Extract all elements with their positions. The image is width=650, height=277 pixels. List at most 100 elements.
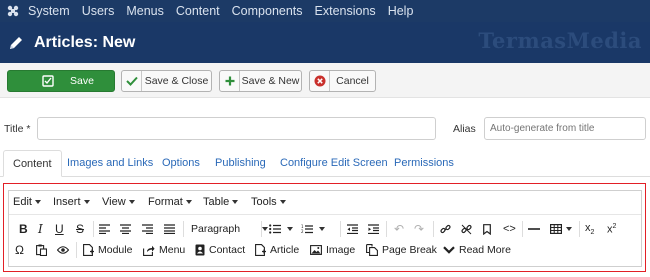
editor-menu-format[interactable]: Format xyxy=(148,196,192,208)
format-select[interactable]: Paragraph xyxy=(191,218,269,240)
read-more-button[interactable]: Read More xyxy=(443,239,511,261)
underline-icon[interactable]: U xyxy=(55,218,64,240)
save-new-label: Save & New xyxy=(241,75,300,87)
preview-icon[interactable] xyxy=(57,239,69,261)
editor-menu-table[interactable]: Table xyxy=(203,196,239,208)
image-button[interactable]: Image xyxy=(310,239,355,261)
save-close-button[interactable]: Save & Close xyxy=(121,70,212,92)
bold-icon[interactable]: B xyxy=(19,218,28,240)
table-icon[interactable] xyxy=(550,218,572,240)
image-label: Image xyxy=(326,244,356,256)
tab-options[interactable]: Options xyxy=(162,150,200,177)
menu-help[interactable]: Help xyxy=(388,0,414,22)
chevron-down-icon xyxy=(443,246,455,254)
article-label: Article xyxy=(270,244,300,256)
superscript-icon[interactable]: x2 xyxy=(607,218,616,240)
menu-button[interactable]: Menu xyxy=(143,239,185,261)
tab-configure-edit-screen[interactable]: Configure Edit Screen xyxy=(280,150,388,177)
editor-menu-edit-label: Edit xyxy=(13,196,32,208)
undo-icon[interactable]: ↶ xyxy=(394,218,404,240)
align-justify-icon[interactable] xyxy=(164,218,175,240)
subscript-icon[interactable]: x2 xyxy=(585,218,594,240)
editor-menu-insert[interactable]: Insert xyxy=(53,196,90,208)
bullet-list-icon[interactable] xyxy=(269,218,293,240)
title-label: Title * xyxy=(4,123,31,135)
separator xyxy=(340,221,341,237)
menu-label: Menu xyxy=(159,244,186,256)
separator xyxy=(76,242,77,258)
align-right-icon[interactable] xyxy=(142,218,153,240)
contact-label: Contact xyxy=(209,244,246,256)
module-button[interactable]: Module xyxy=(83,239,132,261)
strikethrough-icon[interactable]: S xyxy=(76,218,84,240)
separator xyxy=(93,221,94,237)
title-input[interactable] xyxy=(37,117,436,140)
plus-icon xyxy=(220,71,240,91)
top-menu-bar: System Users Menus Content Components Ex… xyxy=(0,0,650,22)
editor-menu-tools[interactable]: Tools xyxy=(251,196,286,208)
editor-toolbar-row-1: B I U S Paragraph 12 ↶ ↷ <> x2 x2 xyxy=(9,218,641,240)
save-new-button[interactable]: Save & New xyxy=(219,70,302,92)
joomla-icon[interactable] xyxy=(2,0,24,22)
tab-content[interactable]: Content xyxy=(3,150,62,177)
editor-menu-edit[interactable]: Edit xyxy=(13,196,41,208)
bookmark-icon[interactable] xyxy=(483,218,491,240)
tab-bar: Content Images and Links Options Publish… xyxy=(0,150,650,177)
menu-menus[interactable]: Menus xyxy=(126,0,164,22)
menu-users[interactable]: Users xyxy=(82,0,115,22)
caret-down-icon xyxy=(262,227,269,231)
cancel-icon xyxy=(310,71,330,91)
align-center-icon[interactable] xyxy=(120,218,131,240)
watermark: TermasMedia xyxy=(478,28,642,53)
rich-text-editor[interactable]: Edit Insert View Format Table Tools B I … xyxy=(8,190,642,267)
alias-input[interactable] xyxy=(484,117,646,140)
file-add-icon xyxy=(83,244,94,256)
paste-text-icon[interactable] xyxy=(36,239,47,261)
numbered-list-icon[interactable]: 12 xyxy=(301,218,325,240)
horizontal-rule-icon[interactable] xyxy=(528,218,540,240)
link-icon[interactable] xyxy=(440,218,451,240)
unlink-icon[interactable] xyxy=(461,218,472,240)
caret-down-icon xyxy=(566,227,572,231)
caret-down-icon xyxy=(279,200,286,205)
menu-components[interactable]: Components xyxy=(232,0,303,22)
separator xyxy=(579,221,580,237)
tab-publishing[interactable]: Publishing xyxy=(215,150,266,177)
separator xyxy=(261,221,262,237)
file-add-icon xyxy=(255,244,266,256)
tab-images-and-links[interactable]: Images and Links xyxy=(67,150,153,177)
align-left-icon[interactable] xyxy=(99,218,110,240)
editor-menu-tools-label: Tools xyxy=(251,196,277,208)
indent-icon[interactable] xyxy=(368,218,379,240)
cancel-button[interactable]: Cancel xyxy=(309,70,376,92)
special-character-icon[interactable]: Ω xyxy=(15,239,24,261)
picture-icon xyxy=(310,245,322,255)
page-break-button[interactable]: Page Break xyxy=(366,239,437,261)
save-close-label: Save & Close xyxy=(144,75,209,87)
italic-icon[interactable]: I xyxy=(38,218,43,240)
caret-down-icon xyxy=(287,227,293,231)
contact-button[interactable]: Contact xyxy=(195,239,245,261)
editor-menubar: Edit Insert View Format Table Tools xyxy=(9,191,641,215)
separator xyxy=(183,221,184,237)
editor-menu-table-label: Table xyxy=(203,196,230,208)
article-button[interactable]: Article xyxy=(255,239,299,261)
caret-down-icon xyxy=(232,200,239,205)
save-label: Save xyxy=(70,75,94,87)
editor-menu-view[interactable]: View xyxy=(102,196,135,208)
caret-down-icon xyxy=(185,200,192,205)
page-break-label: Page Break xyxy=(382,244,437,256)
menu-content[interactable]: Content xyxy=(176,0,220,22)
save-button[interactable]: Save xyxy=(7,70,115,92)
code-icon[interactable]: <> xyxy=(503,218,516,240)
redo-icon[interactable]: ↷ xyxy=(414,218,424,240)
menu-system[interactable]: System xyxy=(28,0,70,22)
caret-down-icon xyxy=(83,200,90,205)
separator xyxy=(522,221,523,237)
tab-permissions[interactable]: Permissions xyxy=(394,150,454,177)
editor-menu-insert-label: Insert xyxy=(53,196,81,208)
caret-down-icon xyxy=(128,200,135,205)
menu-extensions[interactable]: Extensions xyxy=(315,0,376,22)
outdent-icon[interactable] xyxy=(347,218,358,240)
pencil-icon xyxy=(8,35,24,51)
